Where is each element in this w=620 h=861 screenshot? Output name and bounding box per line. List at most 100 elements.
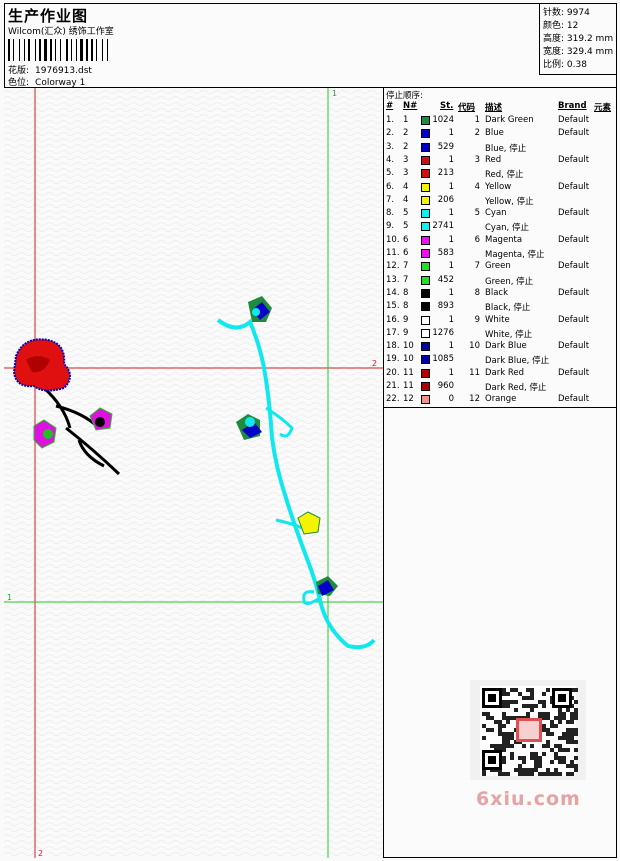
- stop-sequence-table: 停止顺序: # N# St. 代码 描述 Brand 元素 1. 1 1024 1 Da…: [384, 88, 617, 408]
- fabric-background: [4, 88, 383, 858]
- table-row: 3. 2 529 Blue, 停止: [384, 142, 617, 155]
- table-row: 2. 2 1 2 Blue Default: [384, 128, 617, 141]
- row-index: 13.: [386, 274, 400, 285]
- table-row: 13. 7 452 Green, 停止: [384, 275, 617, 288]
- row-brand: Default: [558, 261, 590, 272]
- row-description: Red: [485, 154, 502, 165]
- row-index: 21.: [386, 381, 400, 391]
- row-stitches: 2741: [432, 221, 454, 232]
- row-description: Black: [485, 287, 508, 298]
- row-stitches: 1: [448, 128, 454, 139]
- row-code: 6: [474, 234, 480, 245]
- row-needle: 10: [403, 354, 414, 365]
- col-header-needle: N#: [403, 101, 418, 111]
- stat-colors: 颜色: 12: [543, 18, 578, 31]
- color-swatch: [421, 155, 430, 165]
- row-stitches: 0: [448, 394, 454, 405]
- row-needle: 10: [403, 341, 414, 352]
- color-swatch: [421, 288, 430, 298]
- row-needle: 5: [403, 208, 409, 219]
- row-needle: 8: [403, 301, 409, 312]
- table-row: 21. 11 960 Dark Red, 停止: [384, 381, 617, 394]
- col-header-element: 元素: [594, 103, 612, 113]
- stat-scale-value: 0.38: [566, 60, 587, 70]
- color-swatch: [421, 342, 430, 352]
- row-description: Black, 停止: [485, 303, 531, 314]
- row-code: 7: [474, 261, 480, 272]
- row-code: 9: [474, 314, 480, 325]
- row-index: 6.: [386, 181, 395, 192]
- row-stitches: 583: [437, 248, 454, 258]
- row-stitches: 1: [448, 261, 454, 272]
- table-row: 17. 9 1276 White, 停止: [384, 328, 617, 341]
- row-needle: 9: [403, 327, 409, 338]
- color-swatch: [421, 368, 430, 378]
- row-brand: Default: [558, 128, 590, 139]
- color-swatch: [421, 182, 430, 192]
- row-index: 22.: [386, 394, 400, 405]
- row-description: Yellow: [485, 181, 512, 192]
- row-description: Dark Blue: [485, 341, 527, 352]
- color-swatch: [421, 328, 430, 338]
- row-needle: 6: [403, 248, 409, 258]
- row-needle: 5: [403, 221, 409, 232]
- color-swatch: [421, 275, 430, 285]
- row-code: 5: [474, 208, 480, 219]
- header: 生产作业图 Wilcom(汇众) 绣饰工作室 花版: 1976913.dst 色位…: [4, 3, 617, 88]
- row-brand: Default: [558, 181, 590, 192]
- col-header-description: 描述: [485, 103, 503, 113]
- stat-height-label: 高度:: [543, 34, 565, 44]
- stat-colors-label: 颜色:: [543, 21, 565, 31]
- row-index: 1.: [386, 115, 395, 125]
- table-caption: 停止顺序:: [386, 91, 423, 101]
- row-index: 19.: [386, 354, 400, 365]
- row-needle: 3: [403, 154, 409, 165]
- color-swatch: [421, 249, 430, 258]
- row-index: 8.: [386, 208, 395, 219]
- row-needle: 4: [403, 194, 409, 205]
- row-brand: Default: [558, 208, 590, 219]
- row-needle: 12: [403, 394, 414, 405]
- color-swatch: [421, 116, 430, 125]
- row-index: 15.: [386, 301, 400, 312]
- table-row: 11. 6 583 Magenta, 停止: [384, 248, 617, 261]
- row-stitches: 1276: [432, 327, 454, 338]
- row-stitches: 1: [448, 367, 454, 378]
- row-index: 4.: [386, 154, 395, 165]
- row-description: Yellow, 停止: [485, 196, 534, 207]
- stat-scale: 比例: 0.38: [543, 57, 587, 70]
- row-brand: Default: [558, 367, 590, 378]
- row-index: 12.: [386, 261, 400, 272]
- row-needle: 4: [403, 181, 409, 192]
- design-preview: 1 2 1 2: [4, 88, 384, 858]
- row-stitches: 529: [437, 141, 454, 152]
- col-header-stitches: St.: [440, 101, 454, 111]
- row-description: Cyan, 停止: [485, 223, 529, 234]
- row-index: 9.: [386, 221, 395, 232]
- production-worksheet: 生产作业图 Wilcom(汇众) 绣饰工作室 花版: 1976913.dst 色位…: [0, 0, 620, 861]
- color-swatch: [421, 355, 430, 365]
- row-stitches: 1: [448, 314, 454, 325]
- guide-label-h1: 1: [7, 593, 12, 602]
- row-description: White, 停止: [485, 329, 533, 340]
- stats-box: 针数: 9974 颜色: 12 高度: 319.2 mm 宽度: 329.4 m…: [539, 3, 617, 75]
- row-stitches: 1: [448, 154, 454, 165]
- row-needle: 11: [403, 367, 414, 378]
- row-stitches: 452: [437, 274, 454, 285]
- row-needle: 2: [403, 128, 409, 139]
- row-index: 7.: [386, 194, 395, 205]
- row-stitches: 1: [448, 208, 454, 219]
- table-row: 1. 1 1024 1 Dark Green Default: [384, 115, 617, 128]
- row-needle: 6: [403, 234, 409, 245]
- row-description: White: [485, 314, 510, 325]
- color-swatch: [421, 302, 430, 312]
- color-swatch: [421, 195, 430, 205]
- company-name: Wilcom(汇众) 绣饰工作室: [8, 27, 114, 37]
- table-row: 22. 12 0 12 Orange Default: [384, 394, 617, 407]
- row-stitches: 893: [437, 301, 454, 312]
- color-swatch: [421, 129, 430, 139]
- stat-height-value: 319.2 mm: [566, 34, 614, 44]
- row-index: 16.: [386, 314, 400, 325]
- row-description: Blue, 停止: [485, 143, 527, 154]
- row-code: 8: [474, 287, 480, 298]
